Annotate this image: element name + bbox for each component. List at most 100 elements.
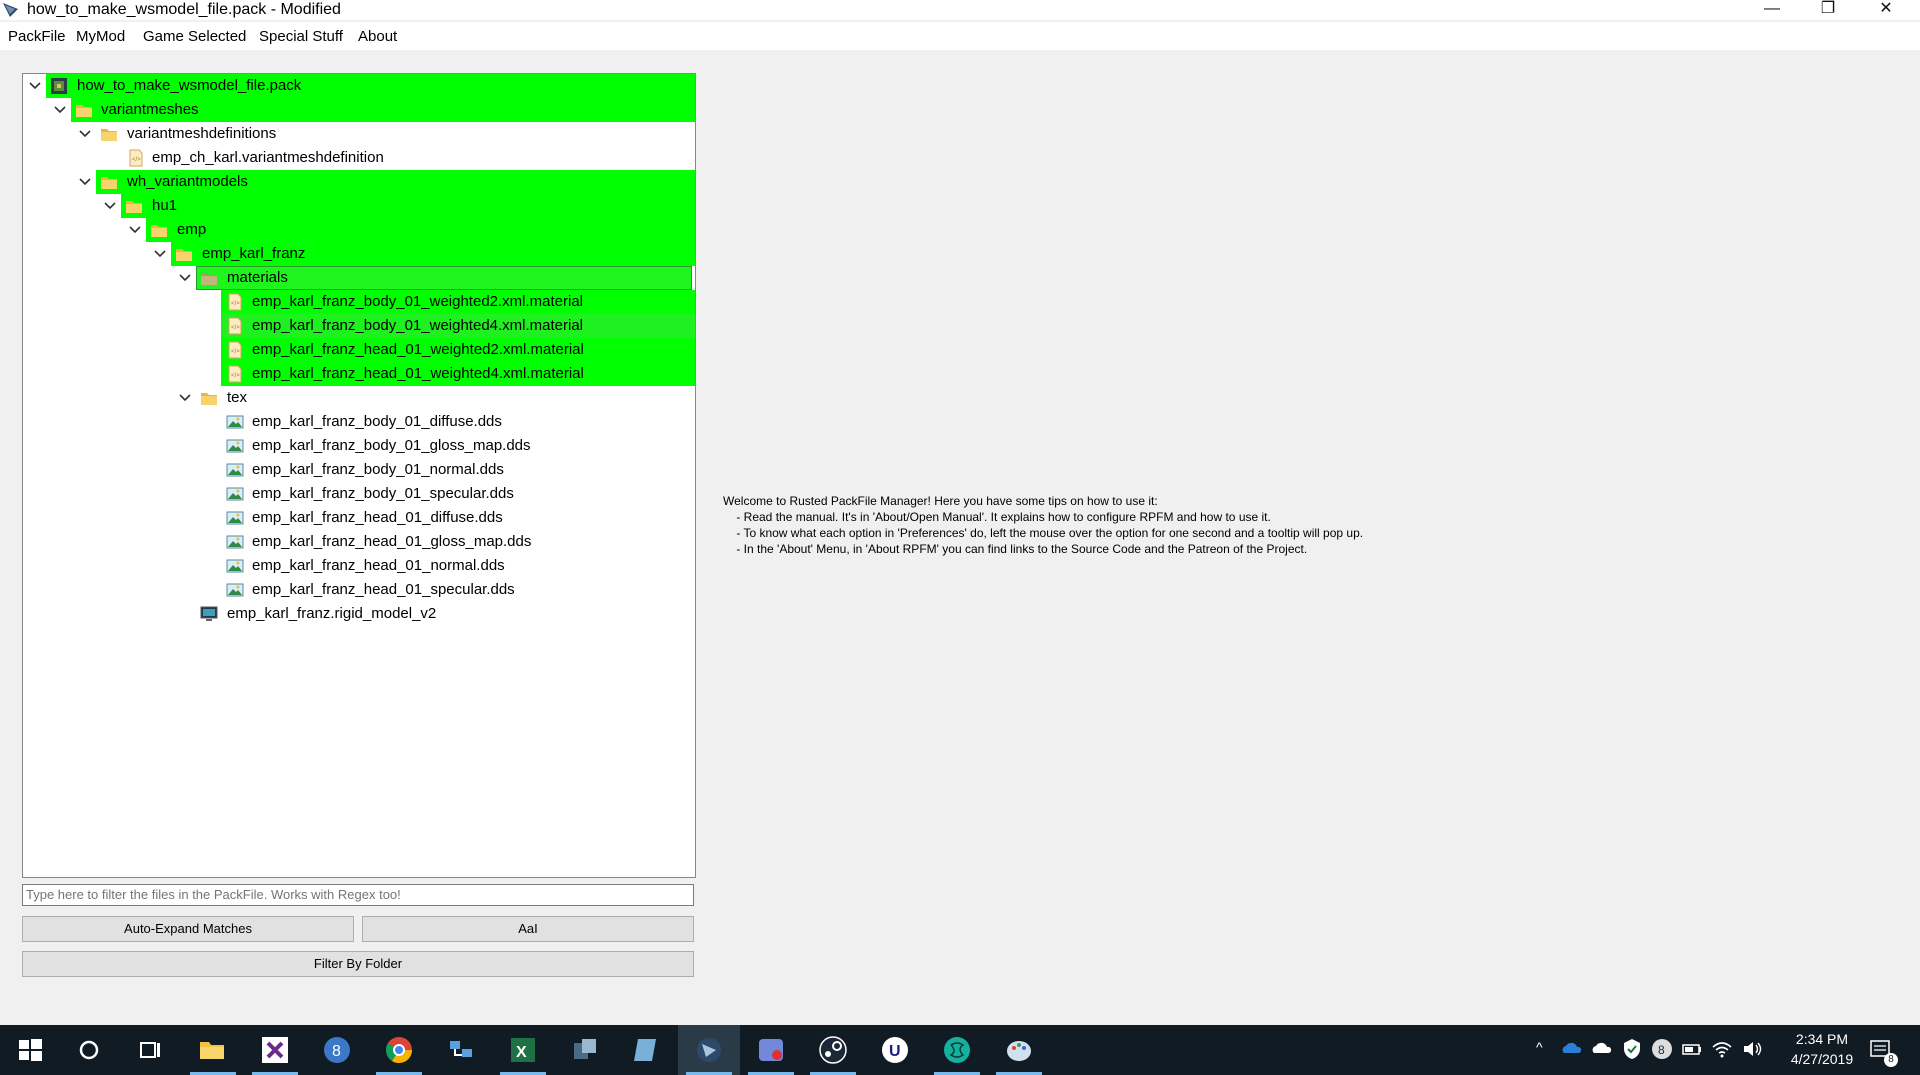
welcome-line: - To know what each option in 'Preferenc… [723, 526, 1364, 540]
tree-item-folder-selected[interactable]: materials [23, 266, 695, 290]
menu-special-stuff[interactable]: Special Stuff [259, 28, 343, 45]
cloud-icon[interactable] [1590, 1037, 1614, 1061]
tree-item-file[interactable]: emp_karl_franz_head_01_specular.dds [23, 578, 695, 602]
tree-item-label: variantmeshes [101, 101, 199, 118]
battery-icon[interactable] [1680, 1037, 1704, 1061]
tree-item-folder[interactable]: hu1 [23, 194, 695, 218]
paint-app-icon[interactable] [1004, 1035, 1034, 1065]
tree-item-file[interactable]: </> emp_karl_franz_body_01_weighted4.xml… [23, 314, 695, 338]
taskbar: 8 X U ^ 8 2:34 PM 4/27/2019 8 [0, 1025, 1920, 1075]
uplay-icon[interactable]: U [880, 1035, 910, 1065]
chevron-up-icon[interactable]: ^ [1536, 1039, 1543, 1055]
search-icon[interactable] [74, 1035, 104, 1065]
app-tray-eight-icon[interactable]: 8 [1650, 1037, 1674, 1061]
chevron-down-icon[interactable] [77, 170, 93, 194]
clock-time: 2:34 PM [1795, 1031, 1849, 1047]
tree-item-file[interactable]: emp_karl_franz_body_01_specular.dds [23, 482, 695, 506]
rpfm-taskbar-icon[interactable] [694, 1035, 724, 1065]
menu-about[interactable]: About [358, 28, 397, 45]
filter-by-folder-button[interactable]: Filter By Folder [22, 951, 694, 977]
chrome-icon[interactable] [384, 1035, 414, 1065]
chevron-down-icon[interactable] [127, 218, 143, 242]
minimize-button[interactable]: — [1744, 0, 1800, 20]
close-button[interactable]: ✕ [1858, 0, 1914, 20]
onedrive-icon[interactable] [1560, 1037, 1584, 1061]
svg-text:</>: </> [132, 157, 141, 163]
menu-mymod[interactable]: MyMod [76, 28, 125, 45]
auto-expand-matches-button[interactable]: Auto-Expand Matches [22, 916, 354, 942]
tree-item-folder[interactable]: wh_variantmodels [23, 170, 695, 194]
welcome-line: - In the 'About' Menu, in 'About RPFM' y… [723, 542, 1308, 556]
menu-packfile[interactable]: PackFile [8, 28, 66, 45]
tree-item-file[interactable]: emp_karl_franz_body_01_gloss_map.dds [23, 434, 695, 458]
tree-item-pack-root[interactable]: how_to_make_wsmodel_file.pack [23, 74, 695, 98]
menu-bar: PackFile MyMod Game Selected Special Stu… [0, 22, 1920, 50]
excel-icon[interactable]: X [508, 1035, 538, 1065]
notebook-app-icon[interactable] [632, 1035, 662, 1065]
file-explorer-icon[interactable] [197, 1035, 227, 1065]
tree-item-file[interactable]: </> emp_karl_franz_head_01_weighted4.xml… [23, 362, 695, 386]
task-view-icon[interactable] [135, 1035, 165, 1065]
restore-button[interactable]: ❐ [1800, 0, 1856, 20]
wifi-icon[interactable] [1710, 1037, 1734, 1061]
windows-start-icon[interactable] [15, 1035, 45, 1065]
volume-icon[interactable] [1740, 1037, 1764, 1061]
tree-item-label: how_to_make_wsmodel_file.pack [77, 77, 302, 94]
app-icon-purple[interactable] [260, 1035, 290, 1065]
case-sensitive-button[interactable]: AaI [362, 916, 694, 942]
chevron-down-icon[interactable] [77, 122, 93, 146]
window-title: how_to_make_wsmodel_file.pack - Modified [27, 1, 341, 18]
svg-text:8: 8 [1658, 1043, 1665, 1057]
tree-item-folder[interactable]: variantmeshdefinitions [23, 122, 695, 146]
text-file-icon: </> [228, 317, 242, 335]
menu-game-selected[interactable]: Game Selected [143, 28, 246, 45]
welcome-text: Welcome to Rusted PackFile Manager! Here… [723, 493, 1363, 557]
tree-item-folder[interactable]: emp [23, 218, 695, 242]
security-shield-icon[interactable] [1620, 1037, 1644, 1061]
folder-icon [151, 225, 167, 237]
title-bar: how_to_make_wsmodel_file.pack - Modified… [0, 0, 1920, 20]
tool-app-icon[interactable] [570, 1035, 600, 1065]
tree-item-label: emp_karl_franz_body_01_diffuse.dds [252, 413, 502, 430]
svg-text:U: U [889, 1043, 901, 1060]
tree-item-file[interactable]: emp_karl_franz_body_01_diffuse.dds [23, 410, 695, 434]
tree-item-file[interactable]: emp_karl_franz_head_01_normal.dds [23, 554, 695, 578]
tree-item-label: emp_karl_franz_body_01_weighted4.xml.mat… [252, 317, 584, 334]
tree-item-label: emp_karl_franz.rigid_model_v2 [227, 605, 437, 622]
tree-item-file[interactable]: </> emp_karl_franz_head_01_weighted2.xml… [23, 338, 695, 362]
filter-input[interactable] [22, 884, 694, 906]
chevron-down-icon[interactable] [52, 98, 68, 122]
tree-item-folder[interactable]: emp_karl_franz [23, 242, 695, 266]
chevron-down-icon[interactable] [152, 242, 168, 266]
tree-item-folder[interactable]: tex [23, 386, 695, 410]
steam-icon[interactable] [818, 1035, 848, 1065]
tree-item-label: emp_karl_franz_head_01_diffuse.dds [252, 509, 503, 526]
network-app-icon[interactable] [446, 1035, 476, 1065]
tree-item-file[interactable]: emp_karl_franz.rigid_model_v2 [23, 602, 695, 626]
chevron-down-icon[interactable] [177, 386, 193, 410]
tree-item-label: emp_karl_franz_body_01_specular.dds [252, 485, 514, 502]
chevron-down-icon[interactable] [102, 194, 118, 218]
chevron-down-icon[interactable] [27, 74, 43, 98]
text-file-icon: </> [129, 149, 143, 167]
folder-icon [101, 177, 117, 189]
text-file-icon: </> [228, 365, 242, 383]
discord-app-icon[interactable] [756, 1035, 786, 1065]
tree-item-file[interactable]: emp_karl_franz_head_01_gloss_map.dds [23, 530, 695, 554]
app-icon-eight[interactable]: 8 [322, 1035, 352, 1065]
brain-app-icon[interactable] [942, 1035, 972, 1065]
tree-item-file[interactable]: emp_karl_franz_body_01_normal.dds [23, 458, 695, 482]
tree-item-label: emp_karl_franz_head_01_normal.dds [252, 557, 505, 574]
welcome-line: Welcome to Rusted PackFile Manager! Here… [723, 494, 1158, 508]
taskbar-clock[interactable]: 2:34 PM 4/27/2019 [1782, 1029, 1862, 1069]
tree-item-file[interactable]: </> emp_ch_karl.variantmeshdefinition [23, 146, 695, 170]
text-file-icon: </> [228, 341, 242, 359]
tree-item-label: tex [227, 389, 248, 406]
tree-item-label: emp_karl_franz_head_01_gloss_map.dds [252, 533, 532, 550]
chevron-down-icon[interactable] [177, 266, 193, 290]
tree-item-file[interactable]: emp_karl_franz_head_01_diffuse.dds [23, 506, 695, 530]
tree-item-folder[interactable]: variantmeshes [23, 98, 695, 122]
packfile-tree[interactable]: how_to_make_wsmodel_file.pack variantmes… [22, 73, 696, 878]
folder-icon [176, 249, 192, 261]
tree-item-file[interactable]: </> emp_karl_franz_body_01_weighted2.xml… [23, 290, 695, 314]
